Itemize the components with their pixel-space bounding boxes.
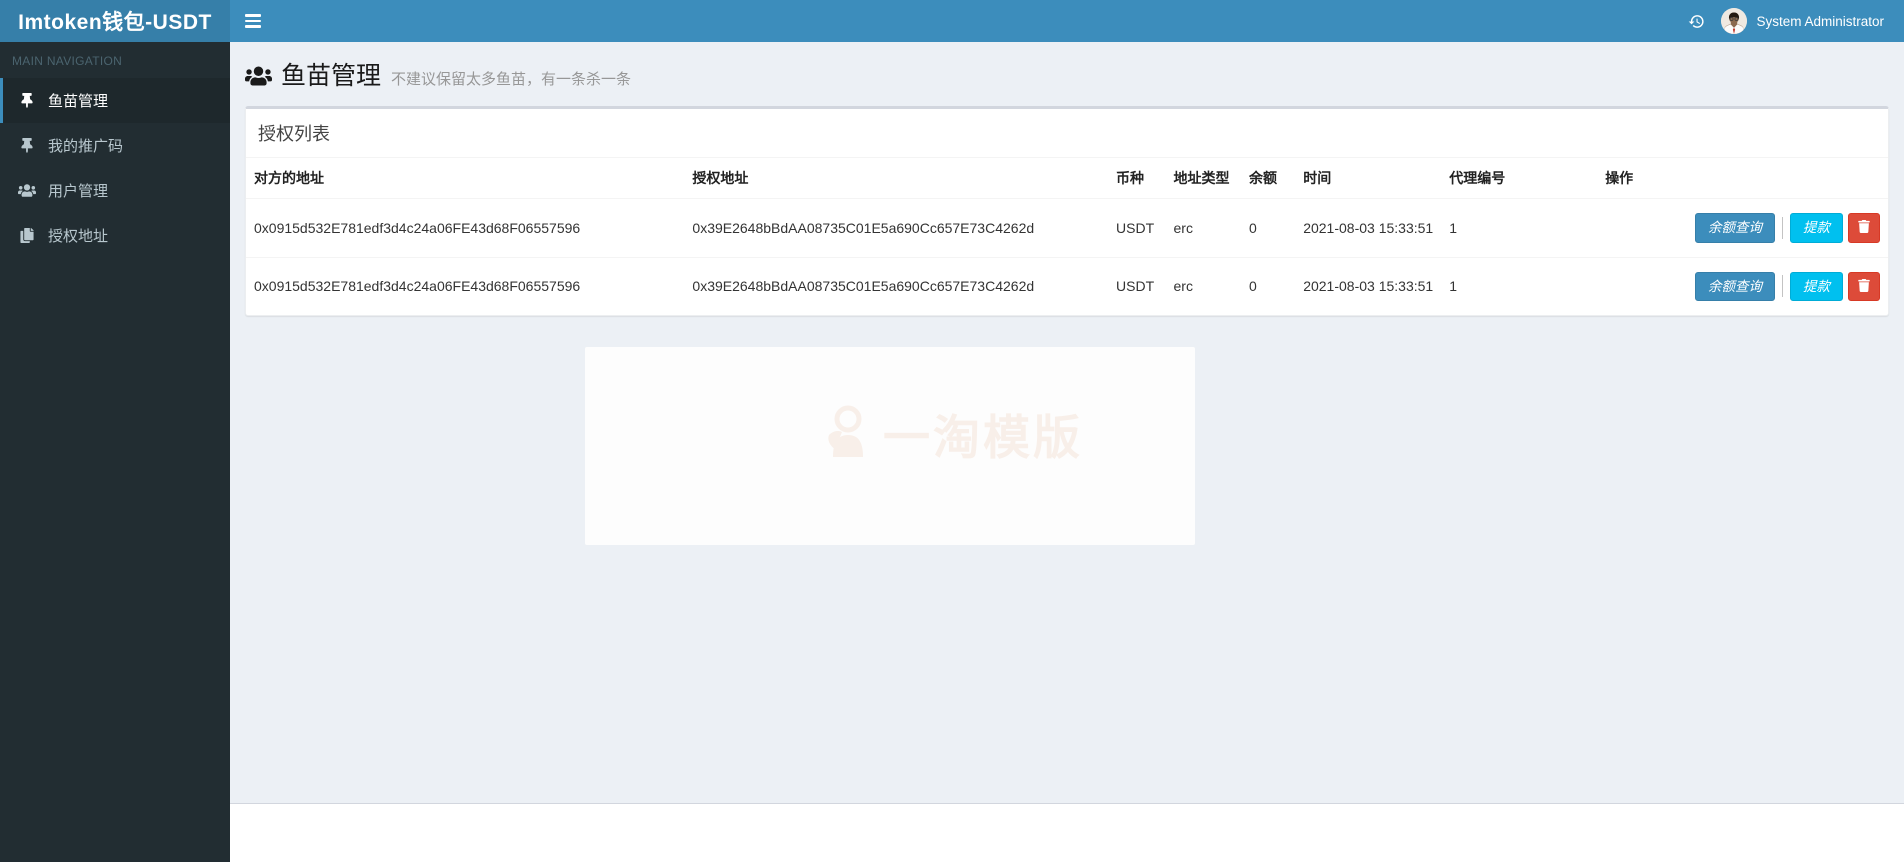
balance-query-button[interactable]: 余额查询 xyxy=(1695,213,1775,243)
coin: USDT xyxy=(1108,198,1166,258)
sidebar-item-label: 我的推广码 xyxy=(48,138,124,155)
sidebar-item-auth-address[interactable]: 授权地址 xyxy=(0,213,230,258)
sidebar-item-label: 授权地址 xyxy=(48,228,109,245)
agent-no: 1 xyxy=(1441,198,1598,258)
delete-button[interactable] xyxy=(1848,213,1880,243)
auth-list-panel: 授权列表 对方的地址 授权地址 币种 地址类型 余额 时间 代理编号 操作 0x… xyxy=(245,106,1889,316)
action-divider xyxy=(1782,216,1783,239)
col-balance: 余额 xyxy=(1241,158,1296,199)
watermark-logo-icon xyxy=(823,405,873,462)
balance: 0 xyxy=(1241,198,1296,258)
time: 2021-08-03 15:33:51 xyxy=(1295,198,1442,258)
balance-query-button[interactable]: 余额查询 xyxy=(1695,271,1775,301)
brand-logo[interactable]: Imtoken钱包-USDT xyxy=(0,0,230,42)
sidebar-item-promo-code[interactable]: 我的推广码 xyxy=(0,123,230,168)
sidebar-item-fish-manage[interactable]: 鱼苗管理 xyxy=(0,78,230,123)
col-address-type: 地址类型 xyxy=(1165,158,1242,199)
address-type: erc xyxy=(1165,198,1242,258)
action-divider xyxy=(1782,275,1783,298)
top-navbar: Imtoken钱包-USDT System Administrator xyxy=(0,0,1904,42)
history-icon xyxy=(1688,14,1704,28)
peer-address: 0x0915d532E781edf3d4c24a06FE43d68F065575… xyxy=(246,198,685,258)
table-header-row: 对方的地址 授权地址 币种 地址类型 余额 时间 代理编号 操作 xyxy=(246,158,1888,199)
auth-table: 对方的地址 授权地址 币种 地址类型 余额 时间 代理编号 操作 0x0915d… xyxy=(246,158,1888,315)
auth-address: 0x39E2648bBdAA08735C01E5a690Cc657E73C426… xyxy=(684,198,1109,258)
hamburger-icon xyxy=(245,14,261,17)
balance: 0 xyxy=(1249,278,1257,295)
thumbtack-icon xyxy=(15,93,39,108)
sidebar-section-label: MAIN NAVIGATION xyxy=(12,54,123,68)
watermark-text: 一淘模版 xyxy=(883,411,1083,464)
sidebar-toggle-button[interactable] xyxy=(230,0,276,42)
trash-icon xyxy=(1858,219,1870,233)
page-header: 鱼苗管理 不建议保留太多鱼苗，有一条杀一条 xyxy=(230,42,1904,100)
col-auth-address: 授权地址 xyxy=(684,158,1109,199)
sidebar-item-label: 鱼苗管理 xyxy=(48,93,109,110)
auth-address: 0x39E2648bBdAA08735C01E5a690Cc657E73C426… xyxy=(692,278,1035,295)
page-subtitle: 不建议保留太多鱼苗，有一条杀一条 xyxy=(391,71,632,88)
col-actions: 操作 xyxy=(1597,158,1888,199)
page-title: 鱼苗管理 xyxy=(281,62,382,90)
panel-title: 授权列表 xyxy=(246,109,1888,158)
coin: USDT xyxy=(1116,278,1155,295)
table-row: 0x0915d532E781edf3d4c24a06FE43d68F065575… xyxy=(246,257,1888,315)
peer-address: 0x0915d532E781edf3d4c24a06FE43d68F065575… xyxy=(254,278,581,295)
user-menu[interactable]: System Administrator xyxy=(1715,0,1890,42)
sidebar-item-user-manage[interactable]: 用户管理 xyxy=(0,168,230,213)
thumbtack-icon xyxy=(15,138,39,153)
watermark-panel: 一淘模版 xyxy=(585,347,1195,545)
withdraw-button[interactable]: 提款 xyxy=(1790,271,1843,301)
col-peer-address: 对方的地址 xyxy=(246,158,685,199)
delete-button[interactable] xyxy=(1848,271,1880,301)
user-name: System Administrator xyxy=(1756,13,1884,29)
trash-icon xyxy=(1858,278,1870,292)
col-time: 时间 xyxy=(1295,158,1442,199)
avatar xyxy=(1721,8,1748,34)
col-coin: 币种 xyxy=(1108,158,1166,199)
history-button[interactable] xyxy=(1677,0,1715,42)
users-icon xyxy=(245,65,272,92)
agent-no: 1 xyxy=(1449,278,1457,295)
users-icon xyxy=(15,183,39,198)
page-footer xyxy=(230,803,1904,862)
col-agent-no: 代理编号 xyxy=(1441,158,1598,199)
sidebar-item-label: 用户管理 xyxy=(48,183,109,200)
withdraw-button[interactable]: 提款 xyxy=(1790,213,1843,243)
address-type: erc xyxy=(1173,278,1193,295)
table-row: 0x0915d532E781edf3d4c24a06FE43d68F065575… xyxy=(246,198,1888,258)
copy-icon xyxy=(15,228,39,243)
sidebar: MAIN NAVIGATION 鱼苗管理 我的推广码 用户管理 授权地址 xyxy=(0,42,230,862)
time: 2021-08-03 15:33:51 xyxy=(1303,278,1434,295)
